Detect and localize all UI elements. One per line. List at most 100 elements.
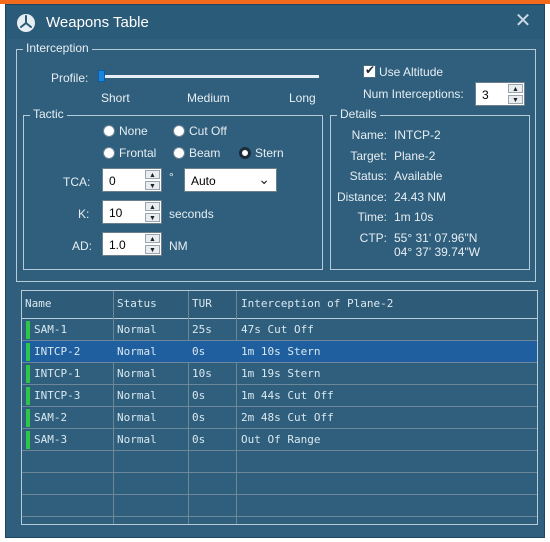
- detail-ctp-label: CTP:: [359, 231, 387, 245]
- cell-status: Normal: [117, 389, 157, 402]
- tca-mode-select[interactable]: Auto ⌄: [184, 168, 277, 192]
- empty-row: [22, 495, 537, 517]
- profile-slider-track[interactable]: [101, 75, 319, 78]
- tca-value: 0: [109, 174, 116, 188]
- detail-ctp-lat: 55° 31' 07.96"N: [394, 231, 478, 245]
- cell-status: Normal: [117, 411, 157, 424]
- table-row[interactable]: INTCP-1 Normal 10s 1m 19s Stern: [22, 363, 537, 385]
- cell-tur: 10s: [192, 367, 212, 380]
- profile-stop-short: Short: [101, 91, 130, 105]
- status-indicator: [26, 387, 30, 405]
- detail-ctp-lon: 04° 37' 39.74"W: [394, 245, 481, 259]
- tactic-cutoff-radio[interactable]: [173, 125, 185, 137]
- stepper-up-icon[interactable]: ▲: [145, 234, 160, 243]
- profile-label: Profile:: [51, 71, 89, 85]
- stepper-down-icon[interactable]: ▼: [145, 213, 160, 222]
- detail-status-label: Status:: [349, 169, 387, 183]
- table-row-selected[interactable]: INTCP-2 Normal 0s 1m 10s Stern: [22, 341, 537, 363]
- checkmark-icon: ✔: [365, 63, 376, 77]
- status-indicator: [26, 343, 30, 361]
- cell-status: Normal: [117, 367, 157, 380]
- chevron-down-icon: ⌄: [258, 171, 270, 187]
- cell-status: Normal: [117, 433, 157, 446]
- detail-name-value: INTCP-2: [394, 128, 441, 142]
- empty-row: [22, 451, 537, 473]
- weapons-table-window: Weapons Table ✕ Interception Profile: Sh…: [5, 4, 545, 538]
- ad-stepper[interactable]: 1.0 ▲ ▼: [102, 232, 162, 256]
- cell-name: INTCP-2: [34, 345, 81, 358]
- cell-status: Normal: [117, 323, 157, 336]
- cell-name: INTCP-1: [34, 367, 81, 380]
- k-unit: seconds: [169, 207, 214, 221]
- k-stepper[interactable]: 10 ▲ ▼: [102, 200, 162, 224]
- tca-unit: °: [169, 170, 174, 184]
- table-row[interactable]: SAM-3 Normal 0s Out Of Range: [22, 429, 537, 451]
- cell-interception: Out Of Range: [241, 433, 321, 446]
- tca-stepper[interactable]: 0 ▲ ▼: [102, 168, 162, 192]
- detail-time-value: 1m 10s: [394, 210, 434, 224]
- stepper-down-icon[interactable]: ▼: [145, 181, 160, 190]
- k-value: 10: [109, 206, 123, 220]
- status-indicator: [26, 431, 30, 449]
- tca-label: TCA:: [63, 175, 91, 189]
- tactic-beam-radio[interactable]: [173, 147, 185, 159]
- stepper-down-icon[interactable]: ▼: [145, 245, 160, 254]
- tactic-cutoff-label: Cut Off: [189, 124, 227, 138]
- cell-interception: 2m 48s Cut Off: [241, 411, 334, 424]
- table-row[interactable]: SAM-2 Normal 0s 2m 48s Cut Off: [22, 407, 537, 429]
- tactic-beam-label: Beam: [189, 146, 221, 160]
- cell-interception: 47s Cut Off: [241, 323, 314, 336]
- detail-target-label: Target:: [350, 149, 387, 163]
- title-bar[interactable]: Weapons Table ✕: [6, 5, 544, 39]
- cell-tur: 0s: [192, 389, 206, 402]
- table-row[interactable]: SAM-1 Normal 25s 47s Cut Off: [22, 319, 537, 341]
- detail-distance-value: 24.43 NM: [394, 190, 447, 204]
- ad-label: AD:: [72, 239, 93, 253]
- num-interceptions-stepper[interactable]: 3 ▲ ▼: [475, 82, 525, 106]
- cell-name: INTCP-3: [34, 389, 81, 402]
- use-altitude-checkbox[interactable]: ✔: [363, 63, 376, 78]
- profile-stop-long: Long: [289, 91, 316, 105]
- cell-name: SAM-1: [34, 323, 68, 336]
- stepper-down-icon[interactable]: ▼: [508, 95, 523, 104]
- cell-interception: 1m 10s Stern: [241, 345, 321, 358]
- details-group-title: Details: [337, 107, 380, 121]
- ad-unit: NM: [169, 239, 188, 253]
- cell-tur: 0s: [192, 345, 206, 358]
- num-interceptions-label: Num Interceptions:: [363, 87, 464, 101]
- close-icon[interactable]: ✕: [512, 10, 534, 32]
- cell-interception: 1m 44s Cut Off: [241, 389, 334, 402]
- tactic-frontal-radio[interactable]: [103, 147, 115, 159]
- tactic-none-radio[interactable]: [103, 125, 115, 137]
- stepper-up-icon[interactable]: ▲: [145, 202, 160, 211]
- interception-group-title: Interception: [23, 41, 92, 55]
- use-altitude-label: Use Altitude: [379, 65, 444, 79]
- status-indicator: [26, 321, 30, 339]
- empty-row: [22, 473, 537, 495]
- detail-time-label: Time:: [357, 210, 387, 224]
- tactic-none-label: None: [119, 124, 148, 138]
- column-header-name[interactable]: Name: [25, 297, 52, 310]
- stepper-up-icon[interactable]: ▲: [508, 84, 523, 93]
- cell-status: Normal: [117, 345, 157, 358]
- column-header-tur[interactable]: TUR: [192, 297, 212, 310]
- detail-name-label: Name:: [351, 128, 387, 142]
- profile-slider-thumb[interactable]: [98, 70, 105, 82]
- tca-mode-value: Auto: [191, 174, 216, 188]
- cell-interception: 1m 19s Stern: [241, 367, 321, 380]
- column-header-interception[interactable]: Interception of Plane-2: [241, 297, 393, 310]
- cell-name: SAM-2: [34, 411, 68, 424]
- column-header-status[interactable]: Status: [117, 297, 157, 310]
- cell-tur: 0s: [192, 411, 206, 424]
- detail-distance-label: Distance:: [336, 190, 387, 204]
- window-title: Weapons Table: [46, 14, 149, 31]
- cell-tur: 25s: [192, 323, 212, 336]
- num-interceptions-value: 3: [482, 88, 489, 102]
- tactic-stern-label: Stern: [255, 146, 284, 160]
- detail-status-value: Available: [394, 169, 443, 183]
- tactic-stern-radio[interactable]: [239, 147, 251, 159]
- tactic-frontal-label: Frontal: [119, 146, 157, 160]
- radar-icon: [17, 14, 35, 32]
- stepper-up-icon[interactable]: ▲: [145, 170, 160, 179]
- table-row[interactable]: INTCP-3 Normal 0s 1m 44s Cut Off: [22, 385, 537, 407]
